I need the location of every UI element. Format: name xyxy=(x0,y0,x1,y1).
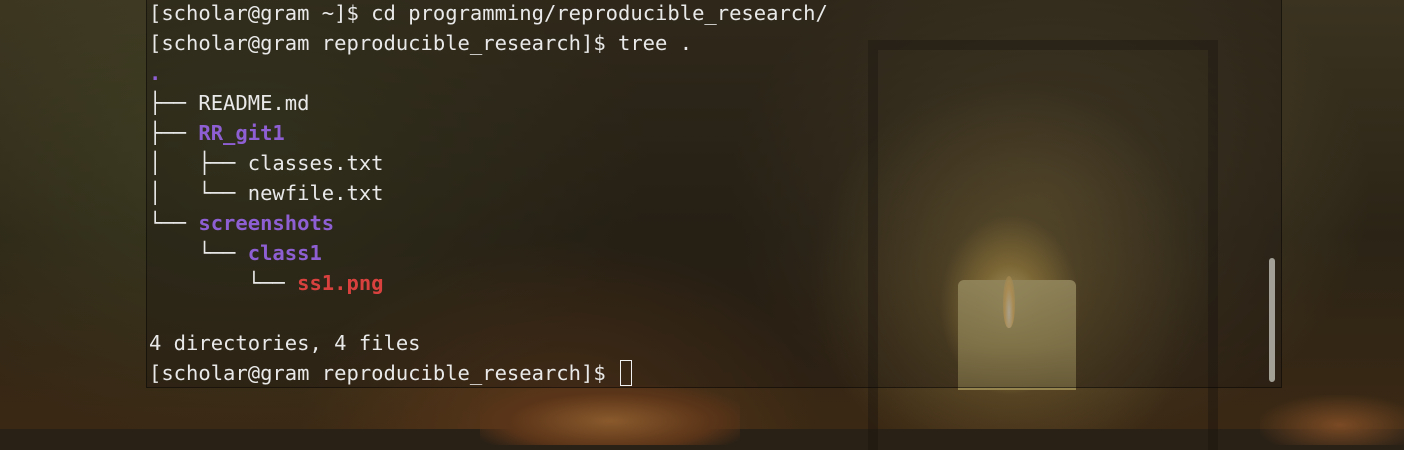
command: cd programming/reproducible_research/ xyxy=(371,1,828,25)
tree-entry-directory: └── screenshots xyxy=(149,208,828,238)
tree-entry-file: │ └── newfile.txt xyxy=(149,178,828,208)
tree-branch: └── xyxy=(149,271,298,295)
prompt: [scholar@gram reproducible_research]$ xyxy=(149,361,618,385)
prompt: [scholar@gram reproducible_research]$ xyxy=(149,31,618,55)
tree-entry-directory: └── class1 xyxy=(149,238,828,268)
tree-entry-image: └── ss1.png xyxy=(149,268,828,298)
tree-entry-file: │ ├── classes.txt xyxy=(149,148,828,178)
image-file-name: ss1.png xyxy=(297,271,384,295)
command-line-1: [scholar@gram ~]$ cd programming/reprodu… xyxy=(149,0,828,28)
command-line-2: [scholar@gram reproducible_research]$ tr… xyxy=(149,28,828,58)
autumn-leaves xyxy=(480,385,740,445)
file-name: README.md xyxy=(198,91,310,115)
directory-name: class1 xyxy=(247,241,322,265)
tree-branch: ├── xyxy=(149,91,199,115)
directory-name: RR_git1 xyxy=(198,121,285,145)
tree-branch: │ ├── xyxy=(149,151,248,175)
file-name: newfile.txt xyxy=(247,181,384,205)
autumn-leaves-right xyxy=(1260,395,1404,445)
tree-root: . xyxy=(149,61,162,85)
tree-summary: 4 directories, 4 files xyxy=(149,331,421,355)
tree-entry-file: ├── README.md xyxy=(149,88,828,118)
terminal-window[interactable]: [scholar@gram ~]$ cd programming/reprodu… xyxy=(146,0,1282,388)
terminal-scrollbar[interactable] xyxy=(1269,258,1275,382)
prompt: [scholar@gram ~]$ xyxy=(149,1,372,25)
tree-branch: │ └── xyxy=(149,181,248,205)
tree-branch: ├── xyxy=(149,121,199,145)
tree-branch: └── xyxy=(149,211,199,235)
file-name: classes.txt xyxy=(247,151,384,175)
current-prompt-line[interactable]: [scholar@gram reproducible_research]$ xyxy=(149,358,828,388)
tree-branch: └── xyxy=(149,241,248,265)
text-cursor xyxy=(620,360,632,386)
terminal-output: [scholar@gram ~]$ cd programming/reprodu… xyxy=(149,0,828,388)
tree-entry-directory: ├── RR_git1 xyxy=(149,118,828,148)
command: tree . xyxy=(618,31,693,55)
directory-name: screenshots xyxy=(198,211,335,235)
